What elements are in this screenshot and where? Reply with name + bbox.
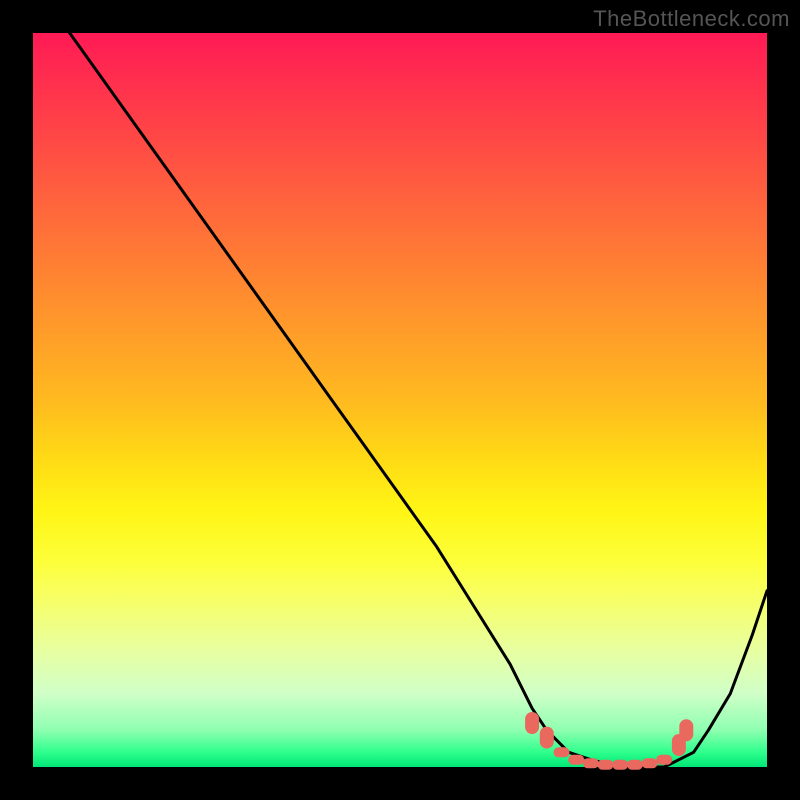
trough-marker xyxy=(679,719,693,741)
watermark-text: TheBottleneck.com xyxy=(593,6,790,32)
trough-marker xyxy=(525,712,539,734)
trough-marker xyxy=(583,758,599,768)
trough-marker xyxy=(554,747,570,757)
trough-marker xyxy=(598,760,614,770)
trough-marker xyxy=(612,760,628,770)
trough-marker xyxy=(656,755,672,765)
trough-marker xyxy=(627,760,643,770)
trough-markers-group xyxy=(525,712,693,770)
chart-plot-area xyxy=(33,33,767,767)
bottleneck-curve-line xyxy=(33,0,767,767)
trough-marker xyxy=(568,755,584,765)
trough-marker xyxy=(642,758,658,768)
chart-svg xyxy=(33,33,767,767)
trough-marker xyxy=(540,727,554,749)
